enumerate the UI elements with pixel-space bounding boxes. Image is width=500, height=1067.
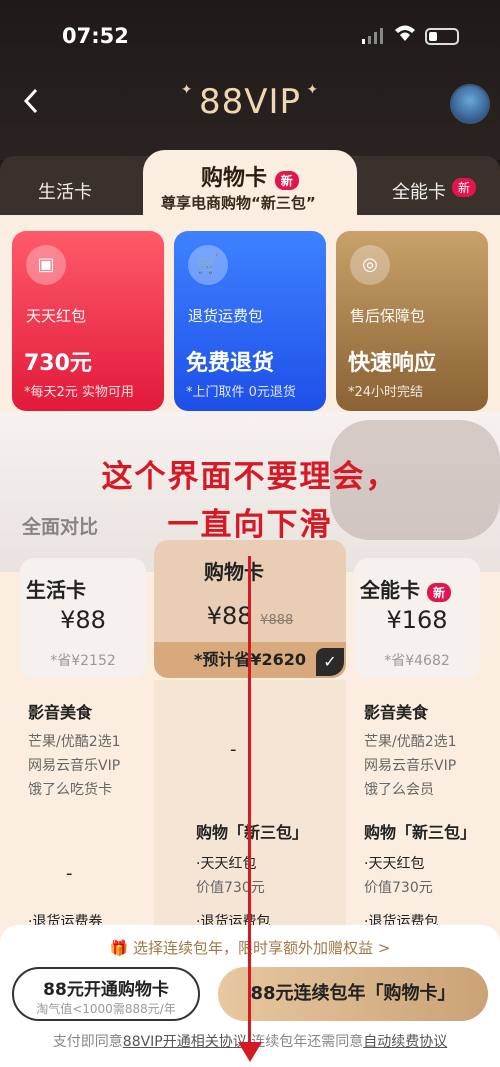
card-sub: *24小时完结 xyxy=(348,385,424,400)
page-title: ✦ 88VIP ✦ xyxy=(180,82,320,122)
life-row-head: 影音美食 xyxy=(28,703,93,722)
plan-name: 全能卡 新 xyxy=(360,574,451,603)
card-label: 天天红包 xyxy=(26,307,87,325)
new-badge: 新 xyxy=(452,178,477,197)
scroll-down-arrow xyxy=(248,556,251,1056)
plan-all-card[interactable]: 全能卡 新 ¥168 *省¥4682 xyxy=(354,558,480,678)
life-row-item: 芒果/优酷2选1 xyxy=(28,734,121,750)
card-label: 售后保障包 xyxy=(350,307,426,325)
benefit-card-after-sales[interactable]: ◎ 售后保障包 快速响应 *24小时完结 xyxy=(336,231,488,411)
sparkle-icon: ✦ xyxy=(180,82,199,98)
mid-row-dash: - xyxy=(230,739,237,760)
plan-price: ¥88 xyxy=(60,606,106,634)
arrow-head-icon xyxy=(238,1042,262,1062)
battery-icon xyxy=(425,28,459,45)
all-row-head: 影音美食 xyxy=(364,703,429,722)
sparkle-icon: ✦ xyxy=(301,82,320,98)
plan-life-card[interactable]: 生活卡 ¥88 *省¥2152 xyxy=(20,558,146,678)
check-icon: ✓ xyxy=(316,648,344,676)
benefit-card-return-shipping[interactable]: 🛒 退货运费包 免费退货 *上门取件 0元退货 xyxy=(174,231,326,411)
plan-name: 生活卡 xyxy=(26,578,86,602)
wifi-icon xyxy=(394,24,416,47)
tab-all-card[interactable]: 全能卡 新 xyxy=(340,156,500,216)
card-sub: *上门取件 0元退货 xyxy=(186,385,296,400)
annual-subscribe-button[interactable]: 88元连续包年「购物卡」 xyxy=(218,967,488,1021)
header-bar: 07:52 ✦ 88VIP ✦ xyxy=(0,0,500,160)
plan-name: 购物卡 xyxy=(204,560,264,584)
life-row-item: 饿了么吃货卡 xyxy=(28,782,112,798)
all-row-head: 购物「新三包」 xyxy=(364,823,477,842)
auto-renew-link[interactable]: 自动续费协议 xyxy=(363,1034,447,1050)
all-row-item: 芒果/优酷2选1 xyxy=(364,734,457,750)
card-value: 730元 xyxy=(24,351,92,376)
tab-label: 全能卡 xyxy=(392,182,446,203)
plan-save: *省¥2152 xyxy=(50,653,116,669)
agreement-link[interactable]: 88VIP开通相关协议 xyxy=(123,1034,247,1050)
plan-save: *省¥4682 xyxy=(384,653,450,669)
all-row-item: 网易云音乐VIP xyxy=(364,758,457,774)
mid-row-head: 购物「新三包」 xyxy=(196,823,309,842)
card-value: 免费退货 xyxy=(186,351,275,376)
avatar[interactable] xyxy=(450,84,490,124)
new-badge: 新 xyxy=(274,171,299,190)
headset-icon: ◎ xyxy=(350,245,390,285)
signal-icon xyxy=(362,28,383,44)
all-row-item: 价值730元 xyxy=(364,880,433,896)
original-price: ¥888 xyxy=(260,613,294,628)
life-row-dash: - xyxy=(66,863,73,884)
all-row-item: 饿了么会员 xyxy=(364,782,434,798)
tab-title: 购物卡 新 xyxy=(201,160,299,192)
open-shopping-card-button[interactable]: 88元开通购物卡 淘气值<1000需888元/年 xyxy=(12,967,200,1021)
all-row-item: ·天天红包 xyxy=(364,856,425,872)
annotation-line-2: 一直向下滑 xyxy=(167,507,333,543)
tab-label: 生活卡 xyxy=(38,182,92,203)
annotation-line-1: 这个界面不要理会， xyxy=(101,459,399,495)
cart-icon: 🛒 xyxy=(188,245,228,285)
tab-life-card[interactable]: 生活卡 xyxy=(0,156,160,216)
card-tabs: 生活卡 全能卡 新 购物卡 新 尊享电商购物“新三包” xyxy=(0,150,500,220)
tab-shopping-card[interactable]: 购物卡 新 尊享电商购物“新三包” xyxy=(143,150,357,220)
new-badge: 新 xyxy=(426,583,451,602)
wallet-icon: ▣ xyxy=(26,245,66,285)
plan-price: ¥168 xyxy=(386,606,448,634)
status-time: 07:52 xyxy=(62,24,129,48)
card-value: 快速响应 xyxy=(348,351,437,376)
mid-row-item: 价值730元 xyxy=(196,880,265,896)
card-sub: *每天2元 实物可用 xyxy=(24,385,134,400)
life-row-item: 网易云音乐VIP xyxy=(28,758,121,774)
gift-icon: 🎁 xyxy=(109,939,134,957)
status-bar: 07:52 xyxy=(0,22,500,52)
benefit-card-red-packet[interactable]: ▣ 天天红包 730元 *每天2元 实物可用 xyxy=(12,231,164,411)
card-label: 退货运费包 xyxy=(188,307,264,325)
tab-subtitle: 尊享电商购物“新三包” xyxy=(161,194,316,212)
